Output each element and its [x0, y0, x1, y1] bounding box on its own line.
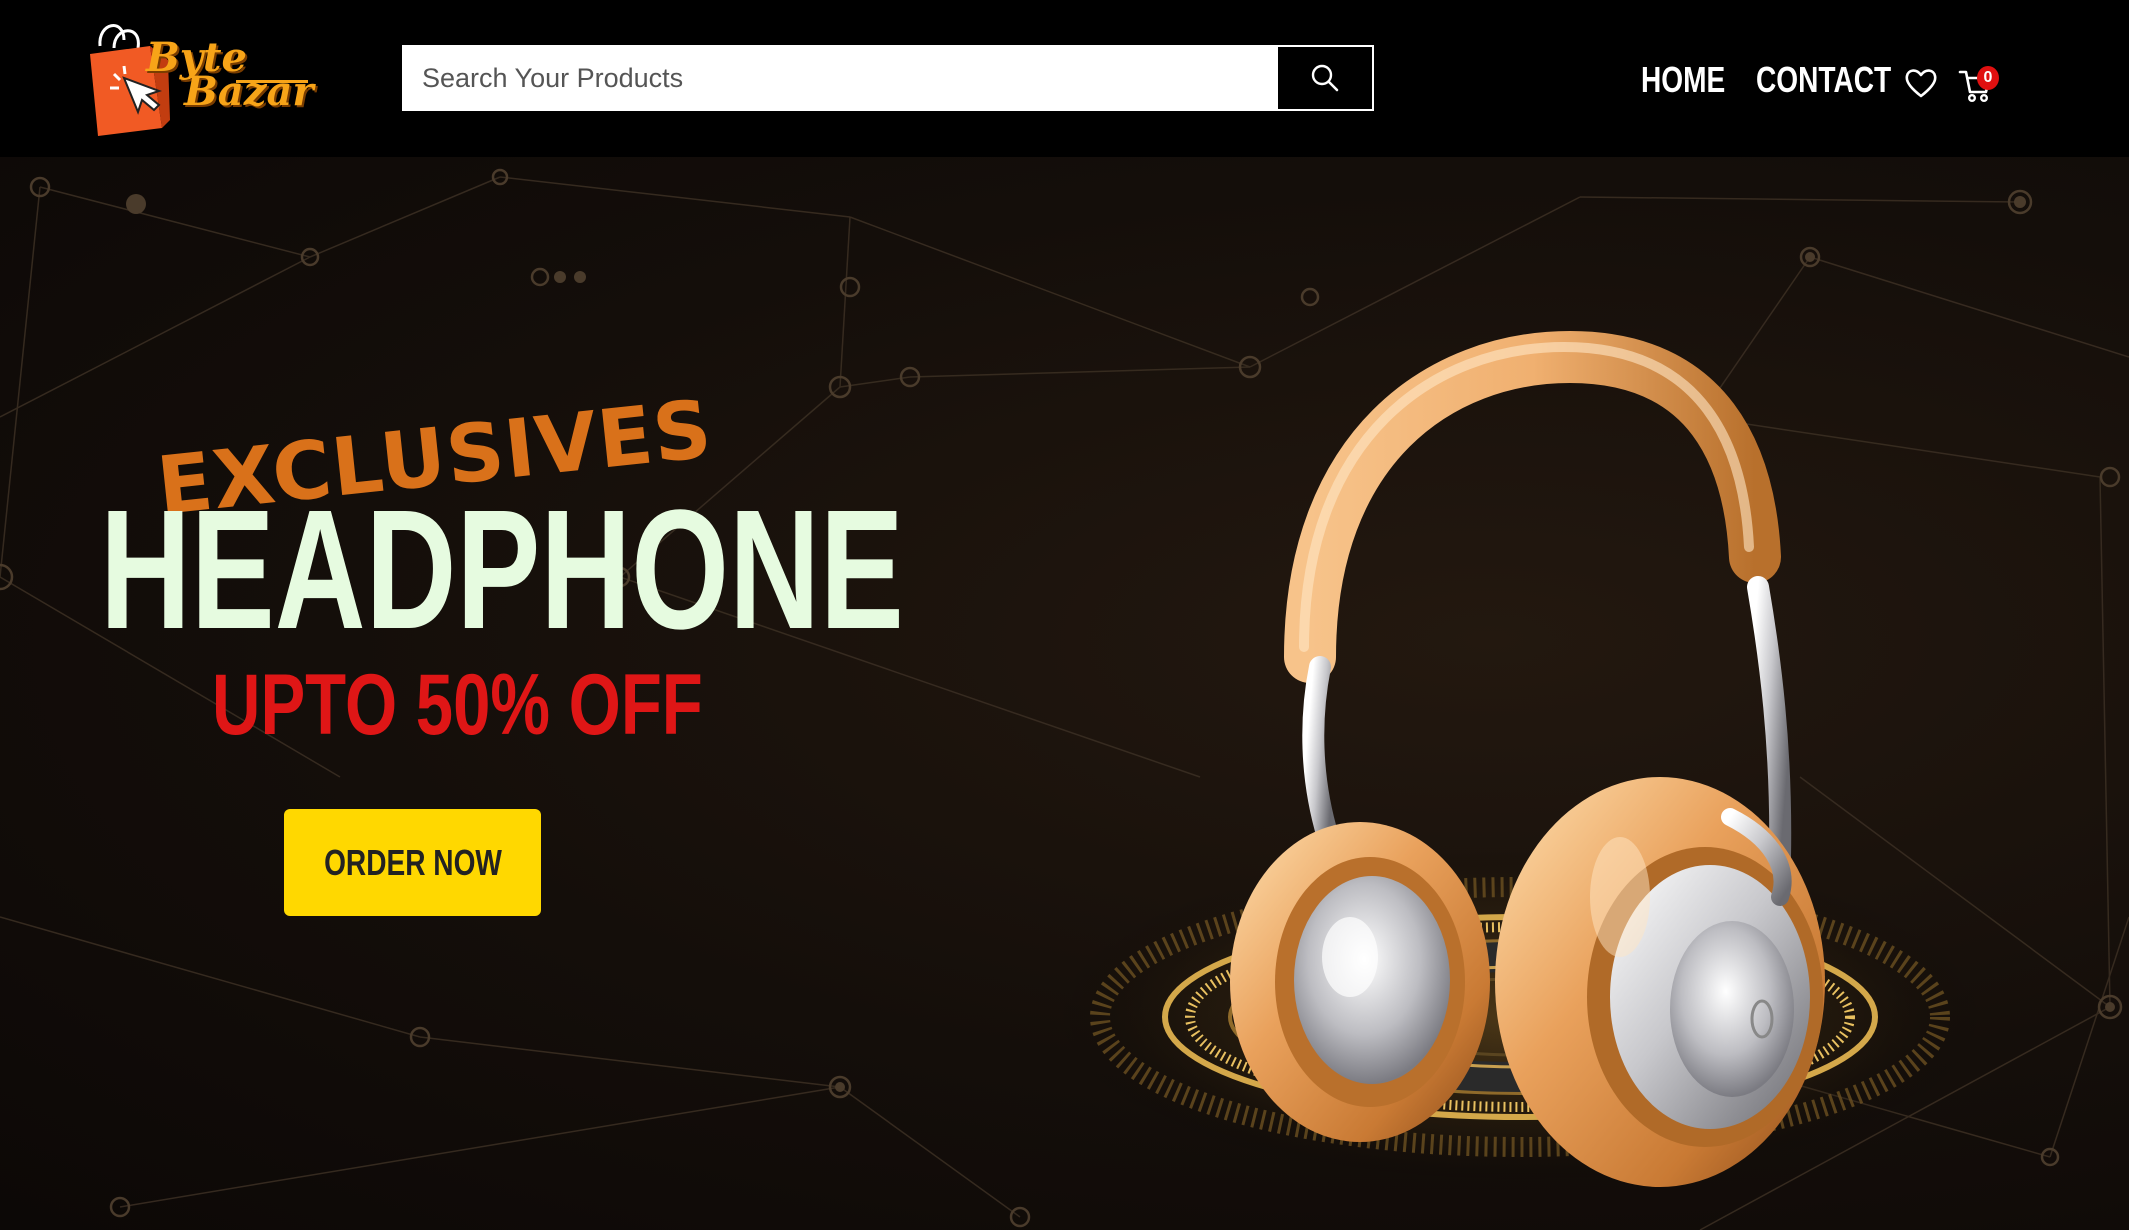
- cart-count-badge: 0: [1977, 66, 1999, 90]
- nav-contact-link[interactable]: CONTACT: [1756, 62, 1891, 98]
- heart-icon[interactable]: [1904, 66, 1938, 100]
- site-header: Byte Bazar HOME CONTACT 0: [0, 0, 2129, 157]
- search-button[interactable]: [1276, 47, 1372, 109]
- order-now-button[interactable]: ORDER NOW: [284, 809, 541, 916]
- search-input[interactable]: [404, 47, 1276, 109]
- order-now-label: ORDER NOW: [323, 841, 502, 883]
- brand-logo[interactable]: Byte Bazar: [84, 16, 314, 140]
- hero-title: HEADPHONE: [100, 475, 904, 665]
- hero-banner: EXCLUSIVES HEADPHONE UPTO 50% OFF ORDER …: [0, 157, 2129, 1230]
- logo-text-bazar: Bazar: [184, 68, 314, 115]
- nav-home-link[interactable]: HOME: [1641, 62, 1725, 98]
- search-icon: [1311, 64, 1339, 92]
- headphones-product-image: [1050, 330, 1990, 1187]
- hero-offer: UPTO 50% OFF: [212, 657, 703, 753]
- search-bar: [402, 45, 1374, 111]
